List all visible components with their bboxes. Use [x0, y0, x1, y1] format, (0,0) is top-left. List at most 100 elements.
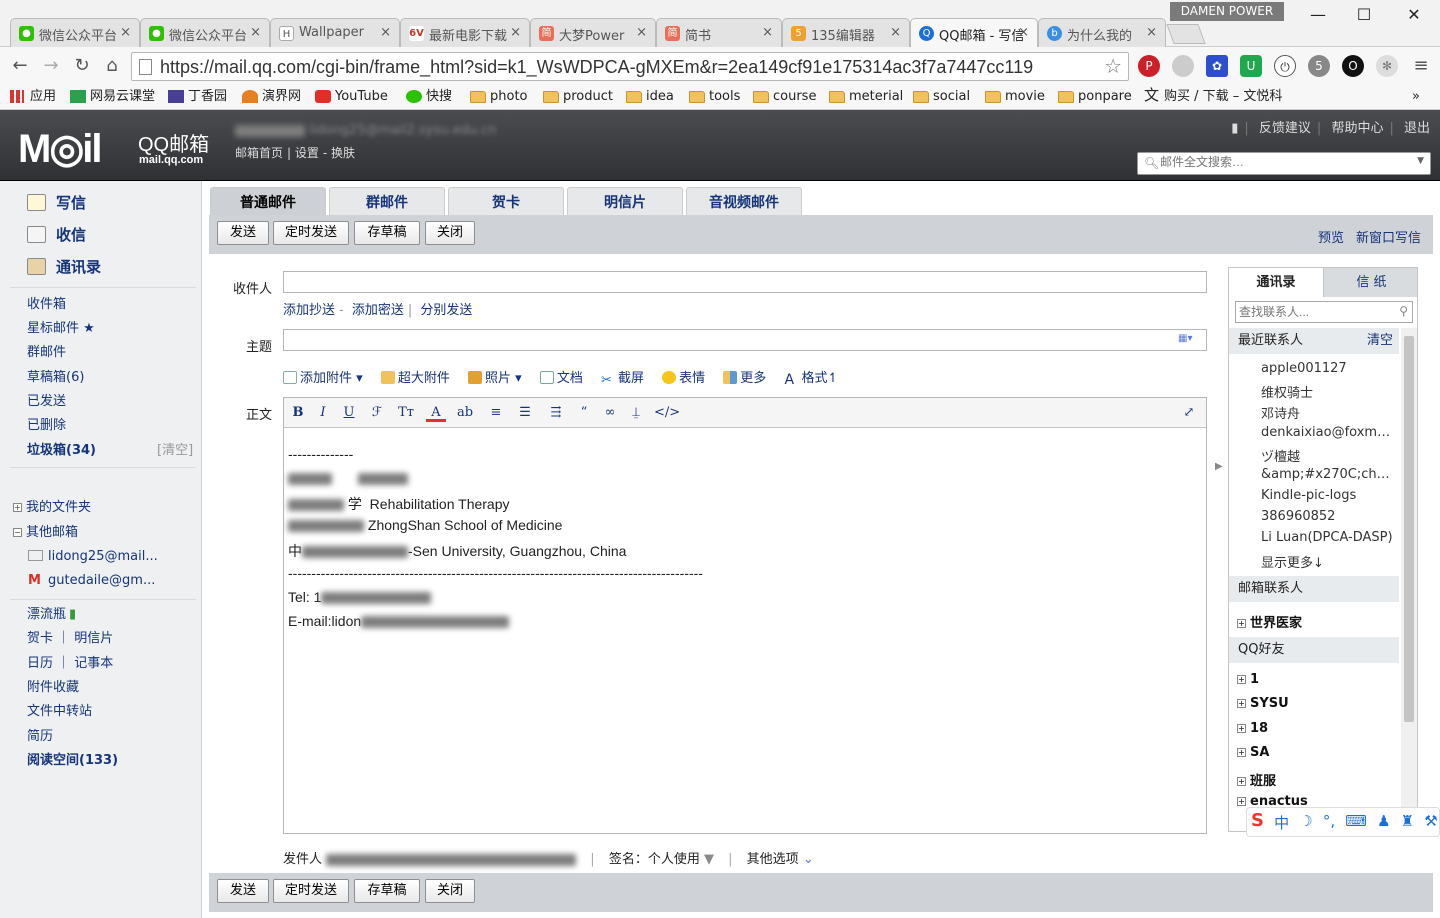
add-attachment-button[interactable]: 添加附件 ▾: [283, 367, 363, 386]
sender-value[interactable]: [326, 853, 577, 866]
tab-135[interactable]: 5 135编辑器 ×: [782, 18, 910, 47]
power-icon[interactable]: ⏻: [1274, 55, 1296, 77]
wrench-icon[interactable]: ⚒: [1424, 812, 1437, 830]
maximize-icon[interactable]: ☐: [1344, 4, 1384, 26]
quote-icon[interactable]: “: [574, 404, 594, 422]
drift-bottle[interactable]: 漂流瓶 ▮: [27, 605, 76, 625]
nav-inbox[interactable]: 收信: [24, 223, 86, 247]
close-icon[interactable]: ×: [762, 25, 773, 40]
minimize-icon[interactable]: —: [1298, 4, 1338, 26]
tab-6v[interactable]: 6V 最新电影下载 ×: [400, 18, 530, 47]
recent-contact[interactable]: ヅ檀越: [1261, 446, 1395, 465]
chevron-down-icon[interactable]: ▼: [704, 852, 714, 867]
bookmark-folder-movie[interactable]: movie: [983, 87, 1045, 107]
expand-icon[interactable]: ⤢: [1179, 404, 1199, 422]
emoji-button[interactable]: 表情: [662, 367, 705, 386]
more-button[interactable]: 更多: [723, 367, 766, 386]
new-tab-button[interactable]: [1166, 24, 1206, 44]
format-button[interactable]: A 格式↿: [784, 367, 838, 387]
folder-drafts[interactable]: 草稿箱(6): [27, 368, 84, 388]
recent-contact[interactable]: 邓诗舟: [1261, 403, 1395, 422]
tab-contacts[interactable]: 通讯录: [1229, 268, 1323, 297]
tab-wechat-1[interactable]: ● 微信公众平台 ×: [10, 18, 140, 47]
recent-contact[interactable]: Li Luan(DPCA-DASP): [1261, 530, 1395, 545]
contact-group[interactable]: + 世界医家: [1237, 612, 1302, 631]
signature-select[interactable]: 签名：个人使用: [609, 852, 700, 867]
send-button[interactable]: 发送: [217, 879, 269, 903]
qq-group[interactable]: +1: [1237, 672, 1259, 687]
qqmail-logo[interactable]: M◎il QQ邮箱 mail.qq.com: [18, 126, 209, 172]
folder-sent[interactable]: 已发送: [27, 392, 66, 412]
italic-icon[interactable]: I: [313, 404, 333, 422]
pinterest-icon[interactable]: P: [1138, 55, 1160, 77]
calendar-notes-links[interactable]: 日历 ｜ 记事本: [27, 654, 113, 674]
recent-contact[interactable]: 386960852: [1261, 509, 1395, 524]
bookmark-folder-photo[interactable]: photo: [468, 87, 528, 107]
paw-icon[interactable]: ✿: [1206, 55, 1228, 77]
recent-contact[interactable]: 维权骑士: [1261, 382, 1395, 401]
font-color-icon[interactable]: A: [426, 404, 446, 422]
indent-icon[interactable]: ⇶: [546, 404, 566, 422]
expand-icon[interactable]: +: [1237, 797, 1246, 806]
ime-mode[interactable]: 中: [1274, 812, 1289, 833]
recent-contact[interactable]: Kindle-pic-logs: [1261, 488, 1395, 503]
highlight-icon[interactable]: ab: [455, 404, 475, 422]
bookmark-netease[interactable]: 网易云课堂: [68, 87, 155, 107]
folder-spam[interactable]: 垃圾箱(34): [27, 441, 96, 461]
other-mailboxes[interactable]: − 其他邮箱: [13, 523, 78, 543]
moon-icon[interactable]: ☽: [1299, 812, 1312, 830]
keyboard-icon[interactable]: ⌨: [1345, 812, 1367, 830]
tab-wechat-2[interactable]: ● 微信公众平台 ×: [140, 18, 270, 47]
to-field[interactable]: [283, 271, 1207, 293]
bookmarks-overflow-icon[interactable]: »: [1400, 87, 1420, 107]
forward-icon[interactable]: →: [40, 55, 62, 77]
other-options[interactable]: 其他选项: [747, 852, 799, 867]
punctuation-icon[interactable]: °,: [1323, 812, 1335, 830]
tab-postcard[interactable]: 明信片: [567, 187, 683, 215]
underline-icon[interactable]: U: [339, 404, 359, 422]
scheduled-send-button[interactable]: 定时发送: [273, 879, 349, 903]
expand-icon[interactable]: +: [1237, 724, 1246, 733]
close-window-icon[interactable]: ✕: [1394, 4, 1434, 26]
menu-icon[interactable]: ≡: [1410, 55, 1432, 77]
bookmark-folder-tools[interactable]: tools: [687, 87, 740, 107]
clear-recent-link[interactable]: 清空: [1367, 328, 1393, 354]
bookmark-folder-idea[interactable]: idea: [624, 87, 674, 107]
puzzle-icon[interactable]: ✻: [1376, 55, 1398, 77]
body-editor[interactable]: B I U ℱ Tт A ab ≡ ☰ ⇶ “ ∞ ⍊ </> ⤢ ------…: [283, 397, 1207, 834]
bookmark-folder-product[interactable]: product: [541, 87, 613, 107]
tab-wallpaper[interactable]: H Wallpaper ×: [270, 18, 400, 47]
tab-qqmail[interactable]: Q QQ邮箱 - 写信 ×: [910, 18, 1038, 47]
panel-toggle-icon[interactable]: ▶: [1215, 461, 1223, 472]
shield-gray-icon[interactable]: [1172, 55, 1194, 77]
add-bcc-link[interactable]: 添加密送: [352, 303, 404, 318]
expand-icon[interactable]: +: [1237, 699, 1246, 708]
subject-style-icon[interactable]: ▦▾: [1178, 333, 1192, 344]
close-icon[interactable]: ×: [636, 25, 647, 40]
recent-contact[interactable]: &amp;#x270C;cha...: [1261, 467, 1395, 482]
mail-search-input[interactable]: [1160, 155, 1410, 169]
bookmark-star-icon[interactable]: ☆: [1104, 54, 1122, 78]
tab-dameng[interactable]: 简 大梦Power ×: [530, 18, 656, 47]
add-cc-link[interactable]: 添加抄送: [283, 303, 335, 318]
bookmark-yanjie[interactable]: 演界网: [240, 87, 301, 107]
ime-toolbar[interactable]: S 中 ☽ °, ⌨ ♟ ♜ ⚒: [1246, 807, 1440, 837]
contact-search-input[interactable]: [1239, 305, 1389, 319]
sogou-icon[interactable]: S: [1251, 810, 1264, 831]
close-button[interactable]: 关闭: [425, 221, 475, 245]
nav-contacts[interactable]: 通讯录: [24, 255, 101, 279]
bookmark-folder-social[interactable]: social: [911, 87, 970, 107]
send-separately-link[interactable]: 分别发送: [420, 303, 472, 318]
send-button[interactable]: 发送: [217, 221, 269, 245]
folder-deleted[interactable]: 已删除: [27, 416, 66, 436]
bold-icon[interactable]: B: [288, 404, 308, 422]
contacts-scrollbar[interactable]: [1401, 328, 1417, 831]
tab-av-mail[interactable]: 音视频邮件: [686, 187, 802, 215]
back-icon[interactable]: ←: [9, 55, 31, 77]
subject-field[interactable]: [283, 329, 1207, 351]
close-icon[interactable]: ×: [250, 25, 261, 40]
search-icon[interactable]: ⚲: [1399, 304, 1408, 318]
bookmark-folder-meterial[interactable]: meterial: [827, 87, 903, 107]
shield-icon[interactable]: U: [1240, 55, 1262, 77]
home-link[interactable]: 邮箱首页: [235, 146, 283, 160]
